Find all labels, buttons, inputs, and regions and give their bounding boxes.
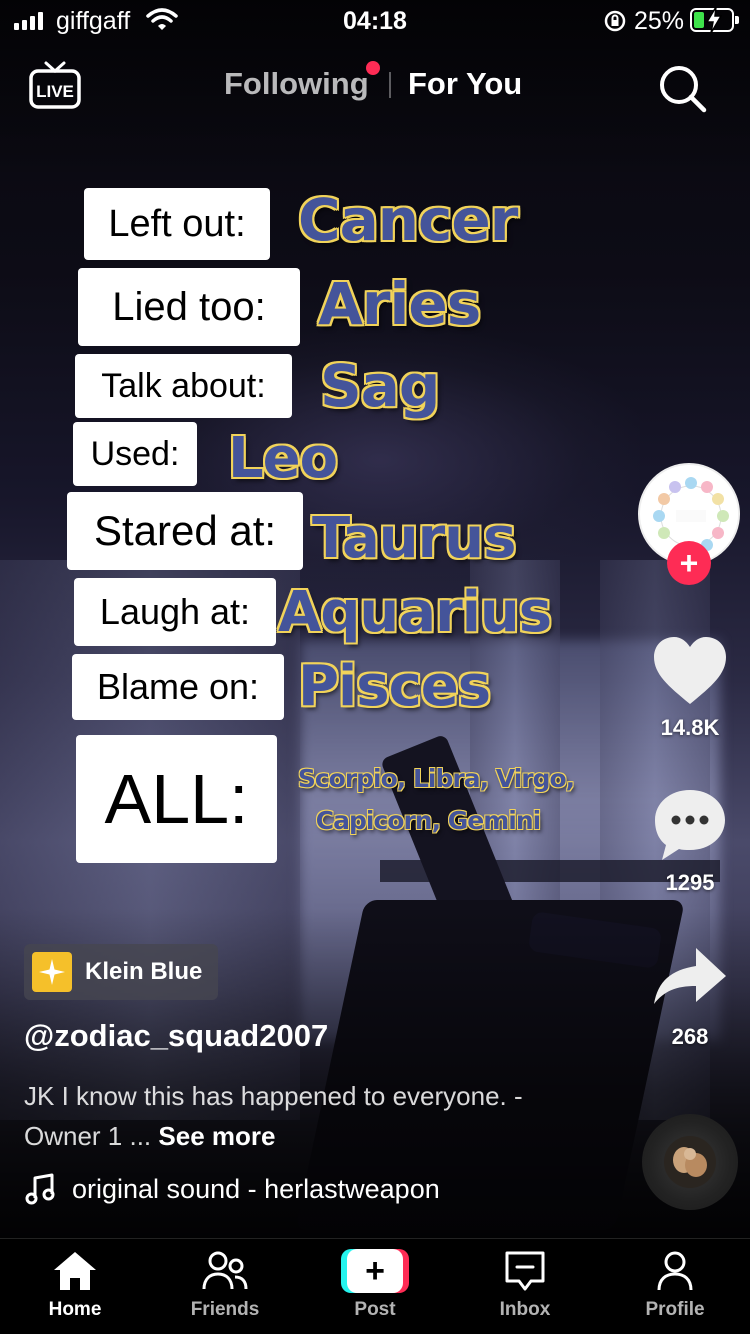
overlay-sign-text: Pisces	[298, 654, 491, 719]
music-disc[interactable]	[642, 1114, 738, 1210]
overlay-all-signs-line2: Capicorn, Gemini	[315, 806, 541, 835]
search-icon[interactable]	[656, 62, 708, 114]
tab-home[interactable]: Home	[0, 1249, 150, 1321]
overlay-sign-text: Aries	[318, 270, 481, 338]
sound-cover-icon	[664, 1136, 716, 1188]
share-arrow-icon[interactable]	[648, 940, 732, 1024]
status-bar: giffgaff 04:18 25%	[0, 0, 750, 44]
tab-friends[interactable]: Friends	[150, 1249, 300, 1321]
heart-icon[interactable]	[648, 630, 732, 714]
tab-inbox[interactable]: Inbox	[450, 1249, 600, 1321]
battery-icon	[690, 7, 739, 33]
overlay-label-box: Blame on:	[72, 654, 284, 720]
tab-post-label: Post	[354, 1299, 396, 1320]
profile-icon	[657, 1251, 693, 1291]
top-nav: LIVE Following For You	[0, 56, 750, 116]
effect-tag[interactable]: Klein Blue	[24, 944, 218, 1000]
see-more-link[interactable]: See more	[158, 1121, 275, 1151]
tab-friends-label: Friends	[190, 1299, 260, 1320]
home-icon	[54, 1252, 96, 1290]
charging-bolt-icon	[705, 7, 723, 33]
video-caption[interactable]: JK I know this has happened to everyone.…	[24, 1076, 584, 1156]
overlay-label-box: Used:	[73, 422, 197, 486]
overlay-sign-text: Cancer	[298, 186, 518, 254]
tab-for-you[interactable]: For You	[408, 66, 522, 102]
overlay-sign-text: Sag	[320, 352, 440, 420]
comment-icon[interactable]	[648, 784, 732, 868]
live-label: LIVE	[36, 82, 74, 101]
overlay-label-box: Left out:	[84, 188, 270, 260]
battery-fill	[694, 12, 704, 28]
orientation-lock-icon	[604, 10, 626, 32]
tab-post[interactable]: + Post	[300, 1249, 450, 1321]
sound-name: original sound - herlastweapon	[72, 1173, 440, 1204]
sound-info[interactable]: original sound - herlastweapon	[24, 1172, 440, 1206]
overlay-sign-text: Taurus	[312, 506, 516, 571]
overlay-label-box: Stared at:	[67, 492, 303, 570]
like-count: 14.8K	[660, 715, 720, 740]
overlay-label-box: Lied too:	[78, 268, 300, 346]
overlay-label-box: Talk about:	[75, 354, 292, 418]
overlay-all-signs-line1: Scorpio, Libra, Virgo,	[297, 764, 575, 793]
bottom-tab-bar: Home Friends + Post Inbox Profile	[0, 1238, 750, 1334]
sparkle-icon	[32, 952, 72, 992]
tab-inbox-label: Inbox	[499, 1299, 551, 1320]
tab-following[interactable]: Following	[224, 66, 369, 102]
tab-divider	[389, 72, 391, 98]
follow-button[interactable]: +	[667, 541, 711, 585]
effect-tag-label: Klein Blue	[85, 958, 203, 985]
live-icon[interactable]: LIVE	[28, 60, 82, 110]
overlay-label-box: Laugh at:	[74, 578, 276, 646]
overlay-sign-text: Leo	[228, 426, 338, 491]
inbox-icon	[505, 1251, 545, 1291]
friends-icon	[202, 1251, 248, 1290]
creator-username[interactable]: @zodiac_squad2007	[24, 1018, 328, 1054]
tab-profile-label: Profile	[645, 1299, 705, 1320]
music-note-icon	[25, 1173, 55, 1205]
share-count: 268	[671, 1024, 709, 1049]
tab-profile[interactable]: Profile	[600, 1249, 750, 1321]
tab-home-label: Home	[48, 1299, 102, 1320]
plus-icon: +	[347, 1249, 403, 1293]
battery-percent: 25%	[634, 7, 685, 35]
notification-dot	[366, 61, 380, 75]
post-button: +	[341, 1249, 409, 1293]
overlay-sign-text: Aquarius	[278, 580, 552, 645]
comment-count: 1295	[665, 870, 715, 895]
overlay-all-box: ALL:	[76, 735, 277, 863]
